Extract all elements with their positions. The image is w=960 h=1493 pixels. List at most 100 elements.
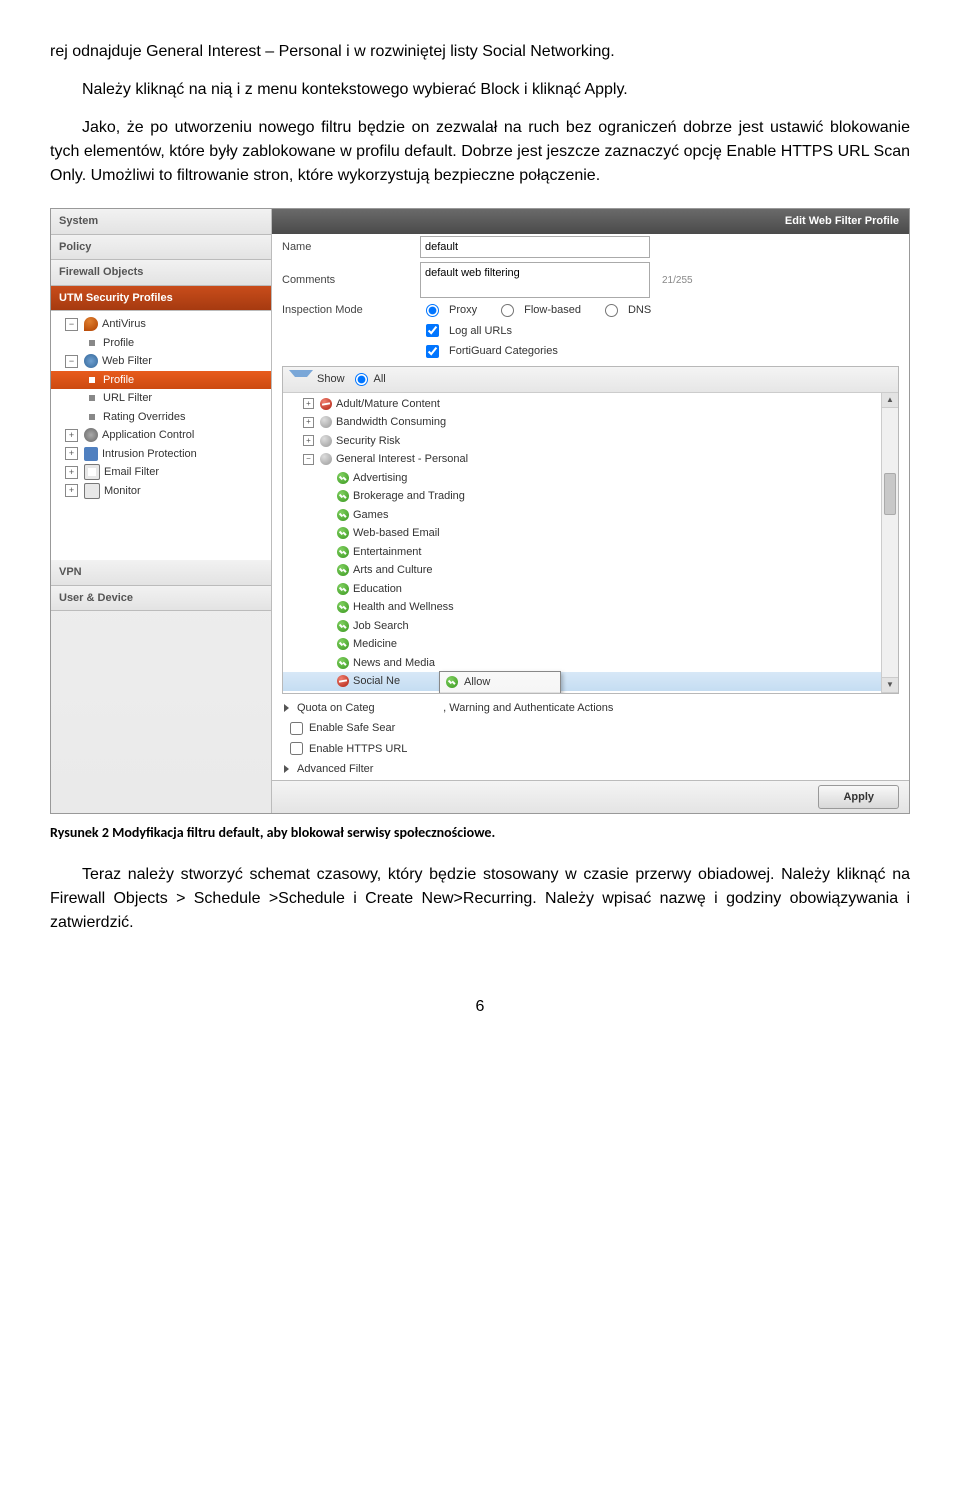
sidebar-section-firewall[interactable]: Firewall Objects [51,260,271,286]
screenshot-panel: System Policy Firewall Objects UTM Secur… [50,208,910,814]
paragraph: rej odnajduje General Interest – Persona… [50,40,910,64]
tree-email-filter[interactable]: + Email Filter [51,463,271,482]
expand-icon[interactable]: + [65,447,78,460]
block-icon [320,398,332,410]
funnel-icon [289,370,313,389]
tree-av-profile[interactable]: Profile [51,334,271,353]
category-label: Brokerage and Trading [353,488,465,505]
categories-toolbar: Show All [283,367,898,393]
menu-allow[interactable]: Allow [440,672,560,693]
mail-icon [84,464,100,480]
category-label: Adult/Mature Content [336,396,440,413]
collapse-icon[interactable]: − [303,454,314,465]
category-label: Social Ne [353,673,400,690]
tree-label: Application Control [102,427,194,444]
tree-app-control[interactable]: + Application Control [51,426,271,445]
category-label: Medicine [353,636,397,653]
allow-icon [337,546,349,558]
neutral-icon [320,435,332,447]
filter-icon [84,354,98,368]
proxy-radio[interactable] [426,304,439,317]
context-menu: Allow Block Monitor Warning Authenticate… [439,671,561,693]
allow-icon [337,472,349,484]
tree-webfilter[interactable]: − Web Filter [51,352,271,371]
safe-search-checkbox[interactable] [290,722,303,735]
category-label: Health and Wellness [353,599,454,616]
fg-categories-label: FortiGuard Categories [449,343,558,360]
category-label: Arts and Culture [353,562,432,579]
scroll-down-icon[interactable]: ▼ [882,677,898,693]
apply-button[interactable]: Apply [818,785,899,810]
scroll-thumb[interactable] [884,473,896,515]
tree-url-filter[interactable]: URL Filter [51,389,271,408]
tree-antivirus[interactable]: − AntiVirus [51,315,271,334]
menu-label: Allow [464,674,490,691]
monitor-icon [84,483,100,499]
expand-icon[interactable]: + [65,484,78,497]
fg-categories-checkbox[interactable] [426,345,439,358]
expand-icon[interactable]: + [303,417,314,428]
tree-monitor[interactable]: + Monitor [51,482,271,501]
tree-label: AntiVirus [102,316,146,333]
category-label: Education [353,581,402,598]
char-counter: 21/255 [662,273,693,288]
advanced-filter-label: Advanced Filter [297,761,373,778]
tree-label: Profile [103,372,134,389]
shield-icon [84,447,98,461]
expand-icon[interactable]: + [65,429,78,442]
https-url-checkbox[interactable] [290,742,303,755]
sidebar-section-system[interactable]: System [51,209,271,235]
flow-radio[interactable] [501,304,514,317]
sidebar-section-user-device[interactable]: User & Device [51,586,271,612]
page-number: 6 [50,995,910,1019]
show-all-radio[interactable] [355,373,368,386]
block-icon [337,675,349,687]
log-all-checkbox[interactable] [426,324,439,337]
categories-list[interactable]: + Adult/Mature Content + Bandwidth Consumi… [283,393,898,693]
sidebar-section-utm[interactable]: UTM Security Profiles [51,286,271,312]
collapse-icon[interactable]: − [65,318,78,331]
bullet-icon [89,414,95,420]
allow-icon [337,490,349,502]
expand-triangle-icon[interactable] [284,704,289,712]
category-label: Games [353,507,388,524]
https-url-label: Enable HTTPS URL [309,741,407,758]
tree-label: Intrusion Protection [102,446,197,463]
expand-icon[interactable]: + [303,398,314,409]
dns-radio[interactable] [605,304,618,317]
tree-label: URL Filter [103,390,152,407]
allow-icon [337,601,349,613]
expand-triangle-icon[interactable] [284,765,289,773]
log-all-label: Log all URLs [449,323,512,340]
allow-icon [446,676,458,688]
bullet-icon [89,395,95,401]
quota-tail-label: , Warning and Authenticate Actions [443,700,613,717]
quota-label: Quota on Categ [297,700,375,717]
expand-icon[interactable]: + [65,466,78,479]
scroll-up-icon[interactable]: ▲ [882,393,898,408]
tree-wf-profile[interactable]: Profile [51,371,271,390]
safe-search-label: Enable Safe Sear [309,720,395,737]
category-label: Bandwidth Consuming [336,414,446,431]
expand-icon[interactable]: + [303,435,314,446]
tree-intrusion[interactable]: + Intrusion Protection [51,445,271,464]
collapse-icon[interactable]: − [65,355,78,368]
scrollbar[interactable]: ▲ ▼ [881,393,898,693]
sidebar-section-vpn[interactable]: VPN [51,560,271,586]
panel-title: Edit Web Filter Profile [272,209,909,234]
tree-label: Email Filter [104,464,159,481]
allow-icon [337,657,349,669]
sidebar-section-policy[interactable]: Policy [51,235,271,261]
comments-input[interactable] [420,262,650,298]
inspection-label: Inspection Mode [282,302,412,319]
paragraph: Jako, że po utworzeniu nowego filtru będ… [50,116,910,188]
tree-rating-overrides[interactable]: Rating Overrides [51,408,271,427]
category-label: General Interest - Personal [336,451,468,468]
category-label: News and Media [353,655,435,672]
tree-label: Rating Overrides [103,409,186,426]
name-input[interactable] [420,236,650,259]
name-label: Name [282,239,412,256]
category-label: Web-based Email [353,525,440,542]
category-label: Job Search [353,618,409,635]
comments-label: Comments [282,272,412,289]
